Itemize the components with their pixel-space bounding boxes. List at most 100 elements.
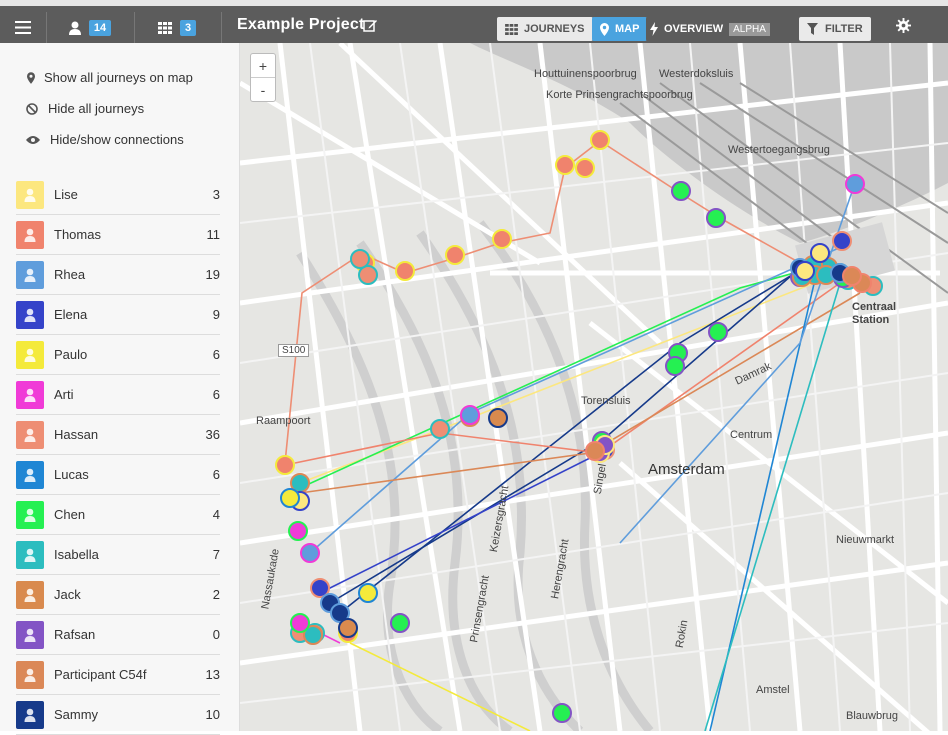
participant-row[interactable]: Chen 4: [16, 495, 220, 535]
participant-name: Lise: [54, 187, 78, 202]
journey-point[interactable]: [358, 583, 378, 603]
participant-name: Participant C54f: [54, 667, 147, 682]
person-icon: [24, 468, 36, 482]
avatar: [16, 380, 44, 409]
journey-point[interactable]: [275, 455, 295, 475]
map-label-blauwbrug: Blauwbrug: [846, 710, 898, 722]
journey-point[interactable]: [460, 405, 480, 425]
map-canvas[interactable]: [240, 43, 948, 731]
participant-journey-count: 6: [212, 467, 220, 482]
person-icon: [24, 708, 36, 722]
journey-point[interactable]: [665, 356, 685, 376]
gear-icon: [895, 18, 911, 33]
journey-point[interactable]: [810, 243, 830, 263]
filter-button[interactable]: FILTER: [799, 17, 871, 41]
participant-row[interactable]: Arti 6: [16, 375, 220, 415]
journey-point[interactable]: [430, 419, 450, 439]
person-icon: [24, 508, 36, 522]
participant-journey-count: 13: [205, 667, 220, 682]
map-view[interactable]: + - Amsterdam Centraal Station Centrum N…: [240, 43, 948, 731]
participant-name: Elena: [54, 307, 88, 322]
journey-point[interactable]: [708, 322, 728, 342]
participants-button[interactable]: 14: [53, 12, 127, 43]
person-icon: [24, 348, 36, 362]
journey-route[interactable]: [704, 282, 841, 731]
journey-point[interactable]: [390, 613, 410, 633]
person-icon: [24, 228, 36, 242]
participant-row[interactable]: Isabella 7: [16, 535, 220, 575]
groups-count-badge: 3: [179, 19, 197, 36]
participant-row[interactable]: Rafsan 0: [16, 615, 220, 655]
grid-icon: [505, 23, 518, 35]
journey-point[interactable]: [290, 613, 310, 633]
journey-point[interactable]: [338, 618, 358, 638]
journey-point[interactable]: [395, 261, 415, 281]
map-label-raampoort: Raampoort: [256, 415, 311, 427]
journey-point[interactable]: [585, 441, 605, 461]
avatar: [16, 300, 44, 329]
person-icon: [24, 628, 36, 642]
participant-name: Arti: [54, 387, 74, 402]
participant-row[interactable]: Paulo 6: [16, 335, 220, 375]
hamburger-icon: [15, 21, 31, 34]
participant-row[interactable]: Participant C54f 13: [16, 655, 220, 695]
tab-journeys[interactable]: JOURNEYS: [497, 17, 593, 41]
settings-button[interactable]: [888, 10, 918, 41]
participant-row[interactable]: Jack 2: [16, 575, 220, 615]
journey-point[interactable]: [706, 208, 726, 228]
participant-journey-count: 19: [205, 267, 220, 282]
user-icon: [68, 21, 81, 35]
journey-point[interactable]: [552, 703, 572, 723]
menu-button[interactable]: [0, 12, 46, 43]
participant-name: Thomas: [54, 227, 101, 242]
participant-row[interactable]: Lucas 6: [16, 455, 220, 495]
show-all-journeys-button[interactable]: Show all journeys on map: [27, 70, 193, 85]
journey-point[interactable]: [445, 245, 465, 265]
top-bar: 14 3 Example Project JOURNEYS MAP OVERVI…: [0, 0, 948, 43]
alpha-badge: ALPHA: [729, 22, 770, 36]
sidebar: Show all journeys on map Hide all journe…: [0, 43, 240, 735]
person-icon: [24, 188, 36, 202]
tab-overview-label: OVERVIEW: [664, 23, 724, 35]
journey-point[interactable]: [280, 488, 300, 508]
participant-row[interactable]: Lise 3: [16, 175, 220, 215]
zoom-in-button[interactable]: +: [251, 54, 275, 78]
participant-name: Chen: [54, 507, 86, 522]
journey-point[interactable]: [845, 174, 865, 194]
journey-point[interactable]: [350, 249, 370, 269]
participant-journey-count: 4: [212, 507, 220, 522]
journey-point[interactable]: [300, 543, 320, 563]
divider: [134, 12, 135, 43]
person-icon: [24, 308, 36, 322]
journey-point[interactable]: [575, 158, 595, 178]
toggle-connections-button[interactable]: Hide/show connections: [26, 132, 184, 147]
participant-row[interactable]: Sammy 10: [16, 695, 220, 735]
groups-button[interactable]: 3: [140, 12, 214, 43]
participant-name: Lucas: [54, 467, 89, 482]
journey-point[interactable]: [288, 521, 308, 541]
participant-journey-count: 6: [212, 387, 220, 402]
participant-journey-count: 10: [205, 707, 220, 722]
journey-point[interactable]: [488, 408, 508, 428]
participant-row[interactable]: Thomas 11: [16, 215, 220, 255]
journey-point[interactable]: [832, 231, 852, 251]
avatar: [16, 660, 44, 689]
journey-point[interactable]: [795, 261, 815, 281]
journey-point[interactable]: [590, 130, 610, 150]
journey-point[interactable]: [492, 229, 512, 249]
participant-row[interactable]: Rhea 19: [16, 255, 220, 295]
hide-all-journeys-button[interactable]: Hide all journeys: [26, 101, 144, 116]
participant-row[interactable]: Hassan 36: [16, 415, 220, 455]
tab-map[interactable]: MAP: [592, 17, 648, 41]
edit-icon[interactable]: [363, 18, 378, 33]
participant-row[interactable]: Elena 9: [16, 295, 220, 335]
person-icon: [24, 428, 36, 442]
journey-point[interactable]: [555, 155, 575, 175]
journey-point[interactable]: [671, 181, 691, 201]
zoom-out-button[interactable]: -: [251, 78, 275, 101]
journey-point[interactable]: [842, 266, 862, 286]
tab-overview[interactable]: OVERVIEW ALPHA: [646, 17, 774, 41]
participant-name: Paulo: [54, 347, 88, 362]
map-label-centrum: Centrum: [730, 429, 773, 441]
avatar: [16, 620, 44, 649]
